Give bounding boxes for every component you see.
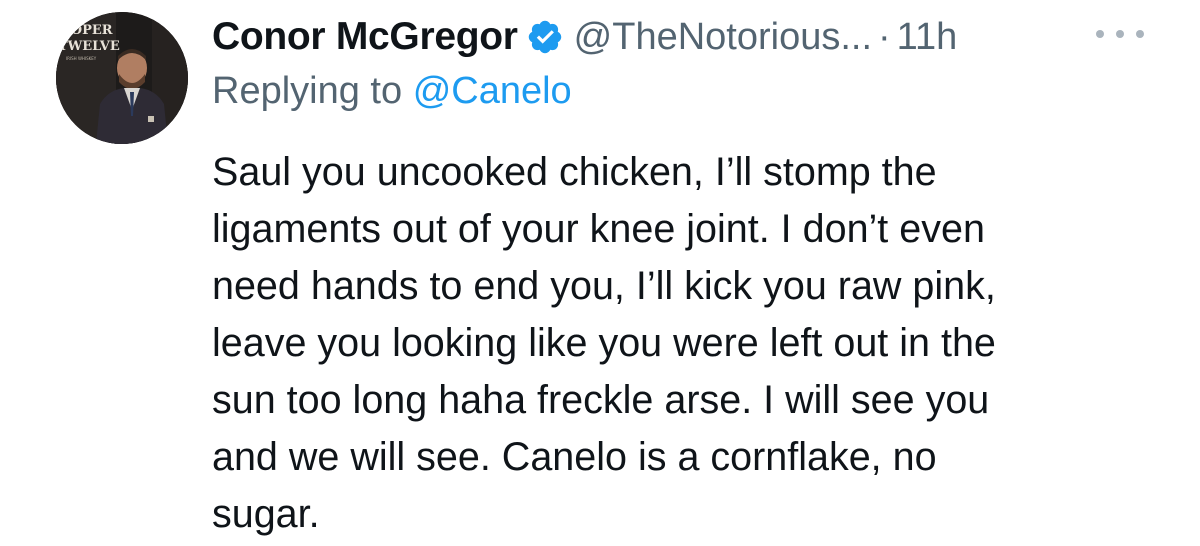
separator-dot: · [878,15,891,58]
tweet-text-line: sun too long haha freckle arse. I will s… [212,378,990,422]
user-handle[interactable]: @TheNotorious... [574,16,872,59]
tweet-timestamp[interactable]: 11h [897,16,958,59]
tweet-text-line: Saul you uncooked chicken, I’ll stomp th… [212,150,937,194]
avatar-brand-line1: ROPER [60,23,113,38]
tweet-text: Saul you uncooked chicken, I’ll stomp th… [212,144,1172,543]
display-name[interactable]: Conor McGregor [212,15,518,59]
tweet-header: Conor McGregor @TheNotorious... · 11h [212,10,957,64]
tweet-text-line: and we will see. Canelo is a cornflake, … [212,435,937,479]
replying-to: Replying to @Canelo [212,70,572,113]
more-dot [1116,30,1124,38]
avatar[interactable]: ROPER TWELVE IRISH WHISKEY [56,12,188,144]
verified-badge-icon [526,18,564,56]
more-dots-icon[interactable] [1096,22,1144,46]
tweet-text-line: sugar. [212,492,320,536]
avatar-photo: ROPER TWELVE IRISH WHISKEY [56,12,188,144]
more-dot [1096,30,1104,38]
reply-mention-link[interactable]: @Canelo [413,70,572,112]
tweet-text-line: ligaments out of your knee joint. I don’… [212,207,985,251]
tweet-text-line: leave you looking like you were left out… [212,321,996,365]
avatar-brand-line3: IRISH WHISKEY [66,56,97,61]
tweet-text-line: need hands to end you, I’ll kick you raw… [212,264,996,308]
reply-prefix: Replying to [212,70,403,112]
more-dot [1136,30,1144,38]
avatar-brand-line2: TWELVE [58,39,120,54]
tweet[interactable]: ROPER TWELVE IRISH WHISKEY Conor McGrego… [0,0,1200,546]
